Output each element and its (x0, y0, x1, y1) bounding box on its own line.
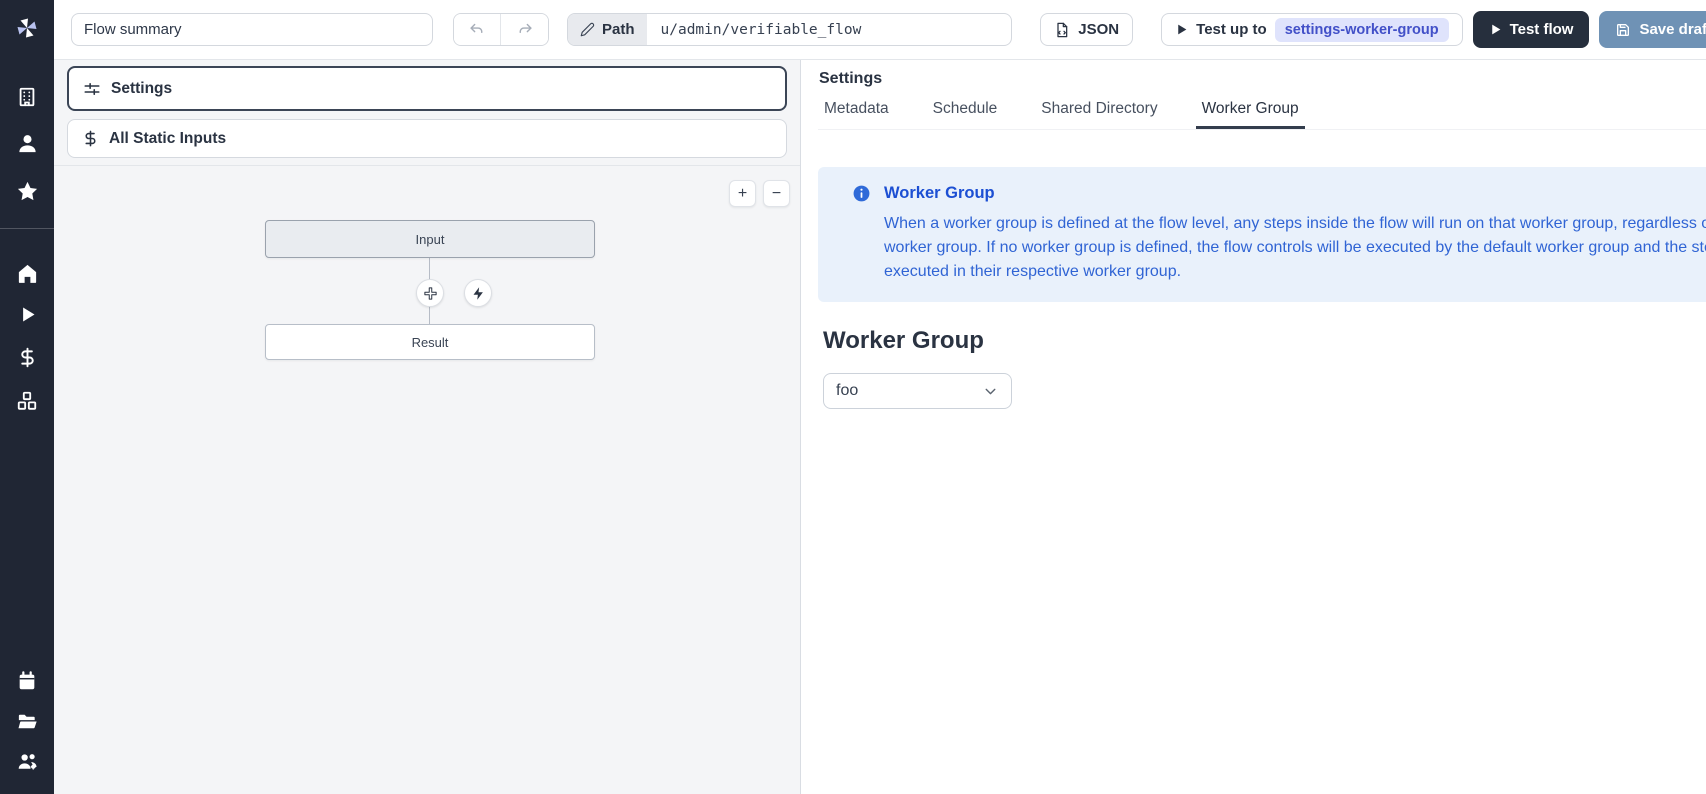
json-button[interactable]: JSON (1040, 13, 1133, 46)
info-icon (852, 184, 871, 203)
main-column: Path u/admin/verifiable_flow JSON Test u… (54, 0, 1706, 794)
play-icon (1489, 23, 1502, 36)
file-json-icon (1054, 22, 1070, 38)
save-icon (1615, 22, 1631, 38)
flow-editor-panel: Settings All Static Inputs + − (54, 60, 800, 794)
bolt-icon (471, 286, 486, 301)
json-label: JSON (1078, 21, 1119, 38)
undo-icon (469, 21, 486, 38)
undo-redo-group (453, 13, 549, 46)
zoom-out-button[interactable]: − (763, 180, 790, 207)
redo-icon (516, 21, 533, 38)
all-static-inputs-label: All Static Inputs (109, 130, 226, 148)
save-draft-button[interactable]: Save draft (1599, 11, 1706, 48)
test-flow-label: Test flow (1510, 21, 1574, 38)
user-icon[interactable] (15, 131, 39, 155)
flow-graph-canvas[interactable]: + − Input Result (54, 166, 800, 794)
worker-group-badge: settings-worker-group (1275, 18, 1449, 42)
path-field: Path u/admin/verifiable_flow (567, 13, 1012, 46)
result-node[interactable]: Result (265, 324, 595, 360)
sliders-icon (83, 80, 101, 98)
edit-path-button[interactable]: Path (568, 14, 647, 45)
content-row: Settings All Static Inputs + − (54, 60, 1706, 794)
pencil-icon (580, 22, 595, 37)
folder-open-icon[interactable] (15, 709, 39, 733)
zoom-controls: + − (729, 180, 790, 207)
dollar-icon (82, 130, 99, 147)
worker-group-select[interactable]: foo (823, 373, 1012, 409)
play-icon[interactable] (15, 302, 39, 326)
input-node[interactable]: Input (265, 220, 595, 258)
test-up-to-button[interactable]: Test up to settings-worker-group (1161, 13, 1462, 46)
tab-worker-group[interactable]: Worker Group (1196, 100, 1305, 129)
dollar-icon[interactable] (15, 345, 39, 369)
sidebar-divider (0, 228, 54, 229)
settings-panel: Settings Metadata Schedule Shared Direct… (800, 60, 1706, 794)
worker-group-select-value: foo (836, 382, 858, 400)
worker-group-section-title: Worker Group (823, 327, 1706, 355)
tab-schedule[interactable]: Schedule (927, 100, 1004, 129)
topbar-actions: JSON Test up to settings-worker-group Te… (1040, 11, 1706, 48)
path-value[interactable]: u/admin/verifiable_flow (647, 14, 876, 45)
info-banner-title: Worker Group (884, 184, 995, 203)
flow-summary-input[interactable] (71, 13, 433, 46)
app-window: Path u/admin/verifiable_flow JSON Test u… (0, 0, 1706, 794)
plus-icon (423, 286, 438, 301)
flow-top-section: Settings All Static Inputs (54, 60, 800, 166)
flow-settings-card[interactable]: Settings (67, 66, 787, 111)
info-banner-body: When a worker group is defined at the fl… (884, 212, 1706, 284)
building-icon[interactable] (15, 85, 39, 109)
undo-button[interactable] (454, 14, 501, 45)
worker-group-info-banner: Worker Group When a worker group is defi… (818, 167, 1706, 302)
zoom-in-button[interactable]: + (729, 180, 756, 207)
add-step-button[interactable] (416, 279, 444, 307)
sidebar (0, 0, 54, 794)
boxes-icon[interactable] (15, 389, 39, 413)
save-draft-label: Save draft (1639, 21, 1706, 38)
path-label: Path (602, 21, 635, 38)
tab-metadata[interactable]: Metadata (818, 100, 895, 129)
settings-tabs: Metadata Schedule Shared Directory Worke… (818, 100, 1706, 130)
calendar-icon[interactable] (15, 669, 39, 693)
windmill-logo-icon[interactable] (15, 16, 39, 40)
settings-panel-title: Settings (819, 70, 1706, 88)
home-icon[interactable] (15, 261, 39, 285)
users-gear-icon[interactable] (15, 749, 39, 773)
topbar: Path u/admin/verifiable_flow JSON Test u… (54, 0, 1706, 60)
test-up-to-label: Test up to (1196, 21, 1267, 38)
add-trigger-button[interactable] (464, 279, 492, 307)
play-icon (1175, 23, 1188, 36)
flow-settings-label: Settings (111, 80, 172, 98)
tab-shared-directory[interactable]: Shared Directory (1035, 100, 1163, 129)
test-flow-button[interactable]: Test flow (1473, 11, 1590, 48)
chevron-down-icon (982, 383, 999, 400)
star-icon[interactable] (15, 179, 39, 203)
all-static-inputs-card[interactable]: All Static Inputs (67, 119, 787, 158)
redo-button[interactable] (501, 14, 548, 45)
